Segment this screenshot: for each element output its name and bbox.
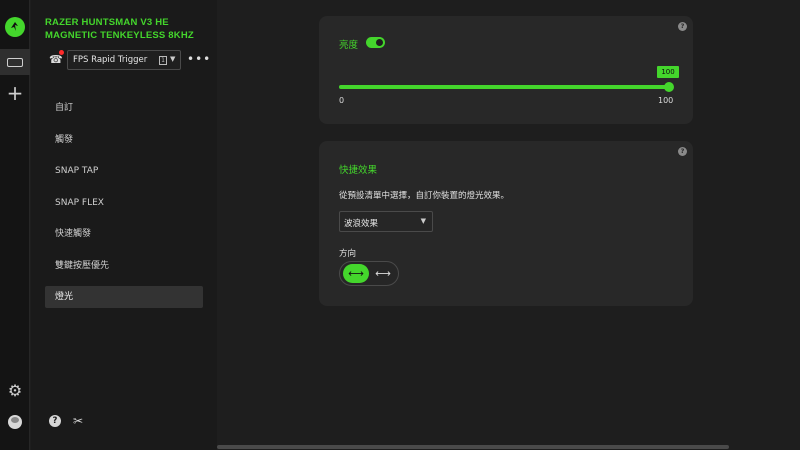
sidebar-item-lighting[interactable]: 燈光	[45, 286, 203, 308]
razer-logo-icon[interactable]	[5, 17, 25, 37]
brightness-value-bubble: 100	[657, 66, 679, 78]
device-title: RAZER HUNTSMAN V3 HE MAGNETIC TENKEYLESS…	[45, 17, 194, 41]
brightness-label: 亮度	[339, 40, 359, 51]
left-right-arrows-icon[interactable]: ⟷	[343, 264, 369, 283]
slider-thumb[interactable]	[664, 82, 674, 92]
sidebar-item-customize[interactable]: 自訂	[45, 97, 203, 119]
brightness-card: ? 亮度 100 0 100	[319, 16, 693, 124]
brightness-toggle[interactable]	[366, 37, 385, 48]
sidebar-item-rapid-trigger[interactable]: 快速觸發	[45, 223, 203, 245]
profile-icon[interactable]: ☎	[49, 50, 64, 66]
effect-select-value: 波浪效果	[344, 219, 379, 229]
app-rail: + ⚙	[0, 0, 30, 450]
tools-icon[interactable]: ✂	[73, 414, 83, 428]
sidebar-item-snap-tap[interactable]: SNAP TAP	[45, 160, 203, 182]
sidebar-item-dual-key-priority[interactable]: 雙鍵按壓優先	[45, 255, 203, 277]
user-avatar[interactable]	[8, 415, 22, 429]
settings-gear-icon[interactable]: ⚙	[0, 380, 30, 402]
direction-toggle-group: ⟷ ⟷	[339, 261, 399, 286]
main-content: ? 亮度 100 0 100 ? 快捷效果 從預設清單中選擇，自訂你裝置的燈光效…	[217, 0, 800, 450]
slider-min-label: 0	[339, 96, 345, 105]
toggle-knob	[376, 39, 383, 46]
slider-fill	[339, 85, 669, 89]
help-icon[interactable]: ?	[678, 22, 687, 31]
more-options-icon[interactable]: •••	[187, 52, 211, 66]
chevron-down-icon: ▼	[420, 217, 426, 225]
profile-select[interactable]: FPS Rapid Trigger 1 ▼	[67, 50, 181, 70]
device-sidebar: RAZER HUNTSMAN V3 HE MAGNETIC TENKEYLESS…	[31, 0, 217, 450]
notification-dot	[59, 50, 64, 55]
effect-select[interactable]: 波浪效果 ▼	[339, 211, 433, 232]
horizontal-scrollbar[interactable]	[217, 445, 729, 449]
sidebar-nav: 自訂 觸發 SNAP TAP SNAP FLEX 快速觸發 雙鍵按壓優先 燈光	[45, 97, 203, 318]
brightness-slider[interactable]	[339, 82, 674, 92]
sidebar-item-actuation[interactable]: 觸發	[45, 129, 203, 151]
quick-effects-description: 從預設清單中選擇，自訂你裝置的燈光效果。	[339, 191, 510, 201]
help-icon[interactable]: ?	[49, 415, 61, 427]
slider-max-label: 100	[658, 96, 674, 105]
help-icon[interactable]: ?	[678, 147, 687, 156]
keyboard-icon	[7, 57, 23, 67]
quick-effects-card: ? 快捷效果 從預設清單中選擇，自訂你裝置的燈光效果。 波浪效果 ▼ 方向 ⟷ …	[319, 141, 693, 306]
direction-label: 方向	[339, 249, 357, 259]
right-arrows-icon[interactable]: ⟷	[370, 264, 396, 283]
profile-name: FPS Rapid Trigger	[73, 55, 148, 65]
keyboard-device-button[interactable]	[0, 49, 30, 75]
profile-slot-icon: 1	[159, 56, 167, 65]
sidebar-item-snap-flex[interactable]: SNAP FLEX	[45, 192, 203, 214]
add-device-icon[interactable]: +	[0, 82, 30, 104]
profile-row: ☎ FPS Rapid Trigger 1 ▼ •••	[45, 50, 210, 70]
quick-effects-title: 快捷效果	[339, 165, 378, 176]
chevron-down-icon: ▼	[170, 55, 176, 63]
